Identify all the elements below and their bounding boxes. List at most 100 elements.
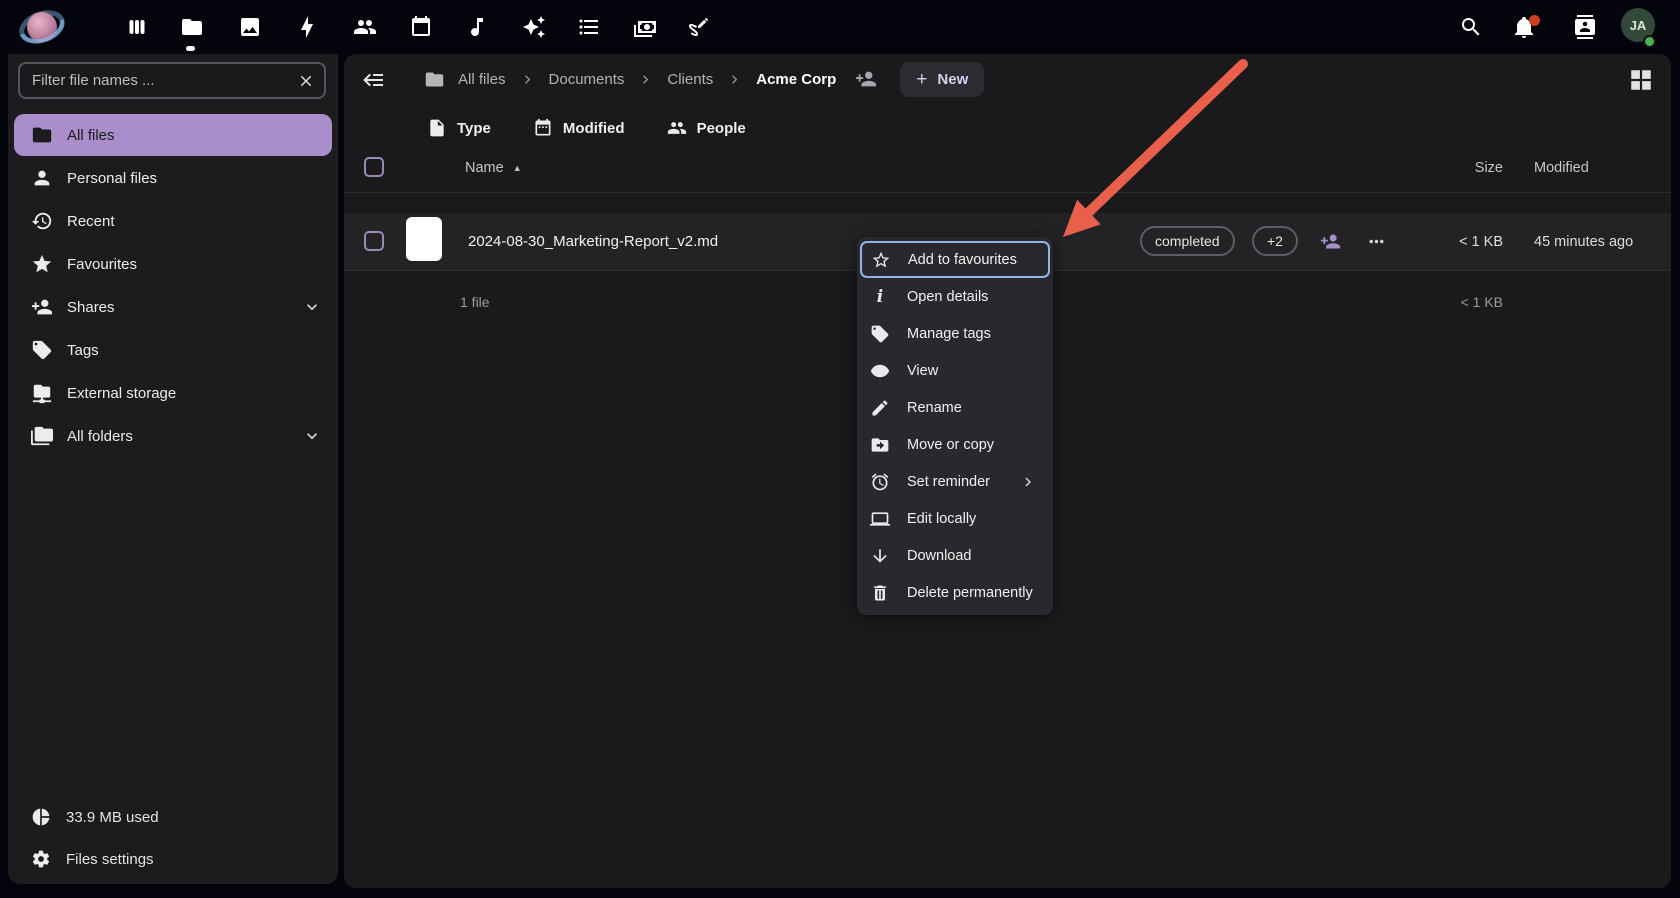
breadcrumb-clients[interactable]: Clients	[667, 71, 713, 88]
nextcloud-files-app: JA All files Personal files Recent	[0, 0, 1680, 898]
collapse-sidebar-icon[interactable]	[356, 62, 392, 98]
folder-network-icon	[31, 382, 53, 404]
sidebar-item-all-folders[interactable]: All folders	[14, 415, 332, 457]
menu-item-rename[interactable]: Rename	[857, 389, 1053, 426]
sidebar-item-shares[interactable]: Shares	[14, 286, 332, 328]
menu-item-label: Open details	[907, 289, 988, 305]
column-header-name[interactable]: Name ▲	[459, 144, 528, 192]
menu-item-label: Move or copy	[907, 437, 994, 453]
filter-input[interactable]	[18, 62, 326, 99]
menu-item-label: Manage tags	[907, 326, 991, 342]
menu-item-delete-permanently[interactable]: Delete permanently	[857, 574, 1053, 611]
share-file-icon[interactable]	[1320, 231, 1341, 252]
table-header: Name ▲ Size Modified	[344, 144, 1671, 193]
column-header-size[interactable]: Size	[1475, 144, 1503, 192]
new-button[interactable]: + New	[900, 62, 984, 97]
topbar: JA	[0, 0, 1680, 54]
menu-item-label: Rename	[907, 400, 962, 416]
tag-pill-label: completed	[1155, 233, 1220, 249]
sidebar-item-favourites[interactable]: Favourites	[14, 243, 332, 285]
folder-move-icon	[870, 435, 890, 455]
sidebar-item-all-files[interactable]: All files	[14, 114, 332, 156]
breadcrumb-all-files[interactable]: All files	[458, 71, 506, 88]
sidebar-item-external-storage[interactable]: External storage	[14, 372, 332, 414]
select-all-checkbox[interactable]	[364, 157, 384, 177]
photos-image-icon[interactable]	[236, 13, 264, 41]
menu-item-label: Download	[907, 548, 972, 564]
filter-people-chip[interactable]: People	[665, 114, 748, 142]
magic-sparkles-icon[interactable]	[520, 13, 548, 41]
files-settings-button[interactable]: Files settings	[14, 840, 332, 878]
sidebar-item-label: Tags	[67, 342, 99, 359]
tag-icon	[31, 339, 53, 361]
menu-item-label: Add to favourites	[908, 252, 1017, 268]
sidebar-item-label: All folders	[67, 428, 133, 445]
menu-item-download[interactable]: Download	[857, 537, 1053, 574]
search-icon[interactable]	[1457, 13, 1485, 41]
files-folder-icon[interactable]	[178, 13, 206, 41]
activity-lightning-icon[interactable]	[293, 13, 321, 41]
sidebar-item-recent[interactable]: Recent	[14, 200, 332, 242]
arrow-down-icon	[870, 546, 890, 566]
filter-chip-label: Modified	[563, 120, 625, 137]
header-row: All files Documents Clients Acme Corp + …	[344, 54, 1671, 104]
column-modified-label: Modified	[1534, 160, 1589, 176]
row-checkbox[interactable]	[364, 231, 384, 251]
settings-label: Files settings	[66, 851, 154, 868]
banknotes-icon[interactable]	[631, 13, 659, 41]
menu-item-move-or-copy[interactable]: Move or copy	[857, 426, 1053, 463]
tag-pill-completed[interactable]: completed	[1140, 226, 1235, 256]
person-icon	[31, 167, 53, 189]
files-sidebar: All files Personal files Recent Favourit…	[8, 54, 338, 884]
filter-type-chip[interactable]: Type	[425, 114, 493, 142]
file-size: < 1 KB	[1459, 213, 1503, 270]
tag-overflow-label: +2	[1267, 233, 1283, 249]
storage-quota[interactable]: 33.9 MB used	[14, 798, 332, 836]
menu-item-edit-locally[interactable]: Edit locally	[857, 500, 1053, 537]
logo-planet-icon[interactable]	[18, 3, 66, 51]
chevron-right-icon	[519, 71, 536, 88]
star-outline-icon	[871, 250, 891, 270]
chevron-down-icon[interactable]	[302, 426, 322, 446]
bulleted-list-icon[interactable]	[575, 13, 603, 41]
folder-icon	[424, 69, 445, 90]
contacts-people-icon[interactable]	[351, 13, 379, 41]
sidebar-item-personal-files[interactable]: Personal files	[14, 157, 332, 199]
new-button-label: New	[937, 71, 968, 88]
breadcrumb-documents[interactable]: Documents	[549, 71, 625, 88]
signature-pen-icon[interactable]	[685, 13, 713, 41]
breadcrumb-current-folder[interactable]: Acme Corp	[756, 71, 836, 88]
filter-chip-label: People	[697, 120, 746, 137]
chevron-right-icon	[637, 71, 654, 88]
active-app-indicator	[186, 46, 195, 51]
pencil-icon	[870, 398, 890, 418]
menu-item-label: Edit locally	[907, 511, 976, 527]
menu-item-manage-tags[interactable]: Manage tags	[857, 315, 1053, 352]
menu-item-view[interactable]: View	[857, 352, 1053, 389]
menu-item-label: View	[907, 363, 938, 379]
column-header-modified[interactable]: Modified	[1534, 144, 1589, 192]
grid-view-icon[interactable]	[1627, 66, 1655, 94]
menu-item-set-reminder[interactable]: Set reminder	[857, 463, 1053, 500]
chevron-down-icon[interactable]	[302, 297, 322, 317]
star-icon	[31, 253, 53, 275]
clear-filter-icon[interactable]	[294, 69, 318, 93]
sidebar-item-tags[interactable]: Tags	[14, 329, 332, 371]
app-grid-bars-icon[interactable]	[123, 13, 151, 41]
contacts-book-icon[interactable]	[1571, 13, 1599, 41]
music-note-icon[interactable]	[463, 13, 491, 41]
breadcrumb: All files Documents Clients Acme Corp + …	[424, 54, 984, 104]
menu-item-open-details[interactable]: i Open details	[857, 278, 1053, 315]
share-folder-icon[interactable]	[853, 66, 879, 92]
calendar-icon	[533, 118, 553, 138]
files-content: All files Documents Clients Acme Corp + …	[344, 54, 1671, 888]
filter-modified-chip[interactable]: Modified	[531, 114, 627, 142]
file-preview-thumbnail[interactable]	[406, 217, 442, 261]
calendar-icon[interactable]	[407, 13, 435, 41]
sidebar-nav: All files Personal files Recent Favourit…	[14, 114, 332, 458]
file-name[interactable]: 2024-08-30_Marketing-Report_v2.md	[468, 213, 718, 270]
sidebar-item-label: External storage	[67, 385, 176, 402]
tag-pill-overflow[interactable]: +2	[1252, 226, 1298, 256]
menu-item-add-to-favourites[interactable]: Add to favourites	[860, 241, 1050, 278]
row-actions-icon[interactable]	[1366, 231, 1387, 252]
